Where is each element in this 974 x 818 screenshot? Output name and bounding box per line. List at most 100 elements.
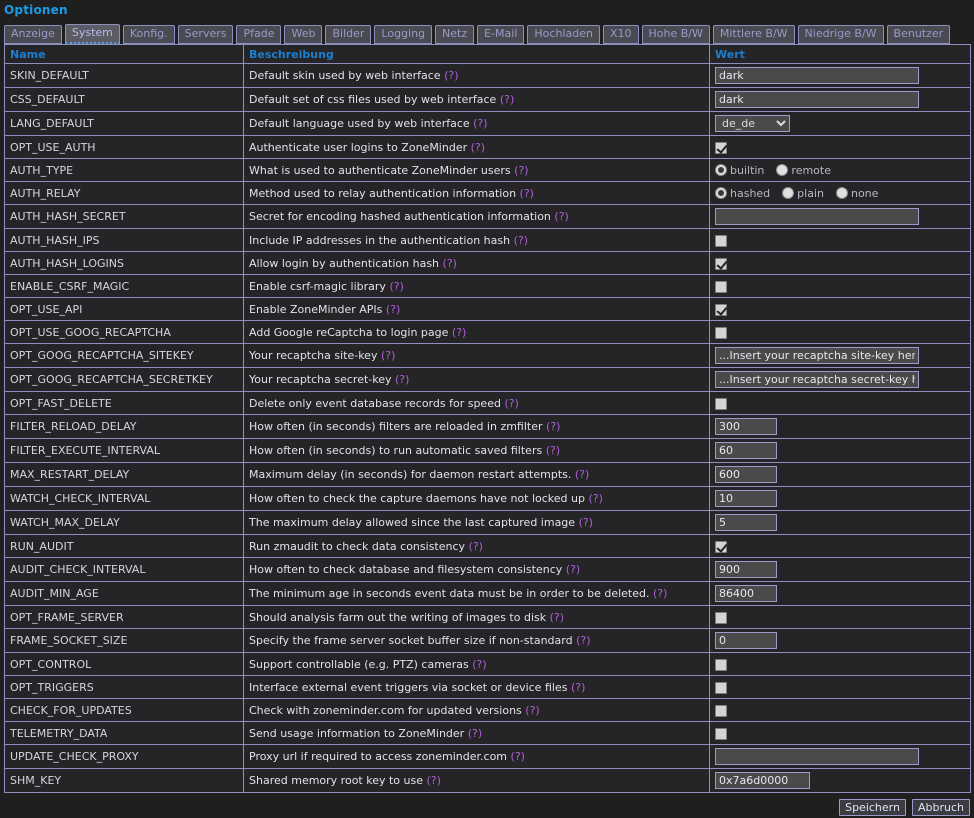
value-input[interactable]: [715, 748, 919, 765]
option-name: OPT_FRAME_SERVER: [4, 605, 244, 629]
help-link[interactable]: (?): [653, 587, 667, 600]
help-link[interactable]: (?): [389, 280, 403, 293]
option-description-text: How often (in seconds) to run automatic …: [249, 444, 543, 457]
help-link[interactable]: (?): [579, 516, 593, 529]
help-link[interactable]: (?): [500, 93, 514, 106]
value-checkbox[interactable]: [715, 257, 727, 270]
radio-option[interactable]: remote: [776, 164, 831, 177]
tab-hohe-b-w[interactable]: Hohe B/W: [641, 25, 710, 44]
value-checkbox[interactable]: [715, 704, 727, 717]
value-checkbox[interactable]: [715, 234, 727, 247]
tab-mittlere-b-w[interactable]: Mittlere B/W: [712, 25, 795, 44]
help-link[interactable]: (?): [571, 681, 585, 694]
help-link[interactable]: (?): [554, 210, 568, 223]
value-checkbox[interactable]: [715, 326, 727, 339]
value-checkbox[interactable]: [715, 303, 727, 316]
value-checkbox[interactable]: [715, 681, 727, 694]
value-checkbox[interactable]: [715, 397, 727, 410]
value-input[interactable]: [715, 466, 777, 483]
value-input[interactable]: [715, 208, 919, 225]
help-link[interactable]: (?): [386, 303, 400, 316]
value-input[interactable]: [715, 632, 777, 649]
radio-option[interactable]: hashed: [715, 187, 770, 200]
help-link[interactable]: (?): [443, 257, 457, 270]
help-link[interactable]: (?): [472, 658, 486, 671]
tab-pfade[interactable]: Pfade: [236, 25, 282, 44]
tab-x10[interactable]: X10: [602, 25, 639, 44]
value-radio[interactable]: [715, 164, 727, 176]
tab-hochladen[interactable]: Hochladen: [527, 25, 600, 44]
value-input[interactable]: [715, 514, 777, 531]
value-checkbox[interactable]: [715, 540, 727, 553]
value-input[interactable]: [715, 490, 777, 507]
cancel-button[interactable]: Abbruch: [911, 799, 970, 816]
value-select[interactable]: de_de: [715, 115, 790, 132]
option-description-text: How often (in seconds) filters are reloa…: [249, 420, 543, 433]
table-row: WATCH_CHECK_INTERVAL How often to check t…: [4, 486, 971, 511]
help-link[interactable]: (?): [576, 634, 590, 647]
option-name: SKIN_DEFAULT: [4, 63, 244, 88]
help-link[interactable]: (?): [550, 611, 564, 624]
option-description: Authenticate user logins to ZoneMinder (…: [243, 135, 710, 159]
help-link[interactable]: (?): [514, 234, 528, 247]
help-link[interactable]: (?): [469, 540, 483, 553]
value-input[interactable]: [715, 585, 777, 602]
value-input[interactable]: [715, 91, 919, 108]
value-input[interactable]: [715, 418, 777, 435]
value-checkbox[interactable]: [715, 658, 727, 671]
tab-benutzer[interactable]: Benutzer: [886, 25, 951, 44]
help-link[interactable]: (?): [381, 349, 395, 362]
value-input[interactable]: [715, 442, 777, 459]
tab-niedrige-b-w[interactable]: Niedrige B/W: [797, 25, 884, 44]
value-radio[interactable]: [776, 164, 789, 176]
tab-logging[interactable]: Logging: [374, 25, 433, 44]
value-input[interactable]: [715, 67, 919, 84]
radio-option[interactable]: builtin: [715, 164, 764, 177]
value-checkbox[interactable]: [715, 280, 727, 293]
help-link[interactable]: (?): [427, 774, 441, 787]
help-link[interactable]: (?): [514, 164, 528, 177]
help-link[interactable]: (?): [504, 397, 518, 410]
value-input[interactable]: [715, 347, 919, 364]
option-description: How often to check the capture daemons h…: [243, 486, 710, 511]
tab-netz[interactable]: Netz: [435, 25, 475, 44]
help-link[interactable]: (?): [546, 420, 560, 433]
help-link[interactable]: (?): [471, 141, 485, 154]
tab-system[interactable]: System: [64, 24, 120, 44]
radio-option[interactable]: plain: [782, 187, 824, 200]
help-link[interactable]: (?): [520, 187, 534, 200]
help-link[interactable]: (?): [589, 492, 603, 505]
value-input[interactable]: [715, 371, 919, 388]
value-radio[interactable]: [715, 187, 727, 199]
option-name: TELEMETRY_DATA: [4, 721, 244, 745]
help-link[interactable]: (?): [444, 69, 458, 82]
help-link[interactable]: (?): [546, 444, 560, 457]
tab-web[interactable]: Web: [284, 25, 323, 44]
help-link[interactable]: (?): [511, 750, 525, 763]
help-link[interactable]: (?): [566, 563, 580, 576]
help-link[interactable]: (?): [468, 727, 482, 740]
option-description: Default language used by web interface (…: [243, 111, 710, 136]
value-checkbox[interactable]: [715, 141, 727, 154]
tab-servers[interactable]: Servers: [177, 25, 234, 44]
tab-konfig[interactable]: Konfig.: [122, 25, 175, 44]
radio-option[interactable]: none: [835, 187, 878, 200]
tab-anzeige[interactable]: Anzeige: [4, 25, 62, 44]
value-checkbox[interactable]: [715, 727, 727, 740]
help-link[interactable]: (?): [452, 326, 466, 339]
value-input[interactable]: [715, 561, 777, 578]
option-value-cell: [709, 652, 971, 676]
help-link[interactable]: (?): [395, 373, 409, 386]
option-value-cell: [709, 486, 971, 511]
option-description-text: Your recaptcha site-key: [249, 349, 378, 362]
value-input[interactable]: [715, 772, 810, 789]
save-button[interactable]: Speichern: [839, 799, 906, 816]
value-checkbox[interactable]: [715, 611, 727, 624]
value-radio[interactable]: [782, 187, 795, 199]
help-link[interactable]: (?): [473, 117, 487, 130]
tab-bilder[interactable]: Bilder: [325, 25, 372, 44]
tab-e-mail[interactable]: E-Mail: [477, 25, 525, 44]
help-link[interactable]: (?): [575, 468, 589, 481]
value-radio[interactable]: [835, 187, 848, 199]
help-link[interactable]: (?): [525, 704, 539, 717]
